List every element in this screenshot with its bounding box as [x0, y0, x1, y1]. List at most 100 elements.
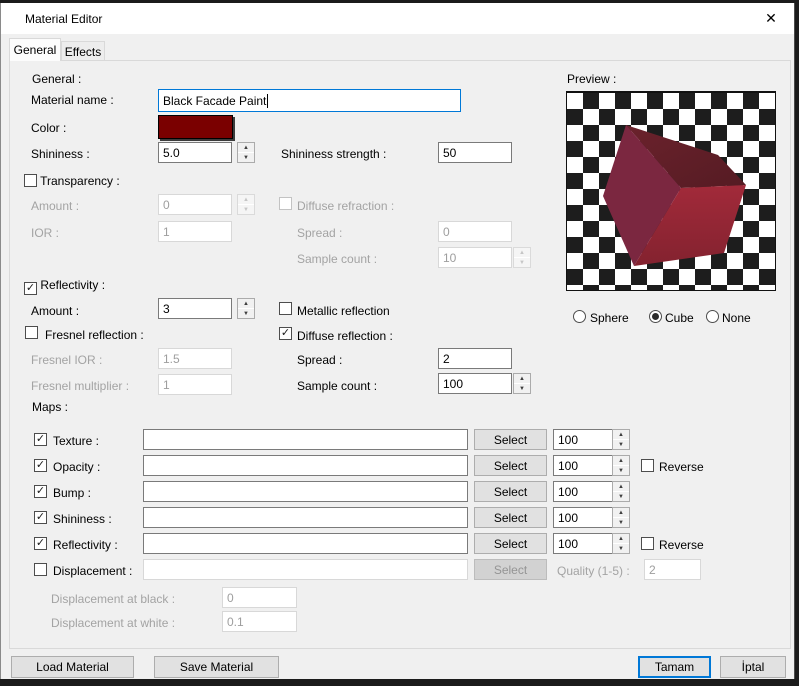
diffuse-reflection-label: Diffuse reflection :	[297, 329, 393, 343]
reflectivity-reverse-checkbox[interactable]	[641, 537, 654, 550]
save-material-button[interactable]: Save Material	[154, 656, 279, 678]
shininess-strength-input[interactable]: 50	[438, 142, 512, 163]
bump-checkbox[interactable]: ✓	[34, 485, 47, 498]
transparency-spread-input: 0	[438, 221, 512, 242]
load-material-button[interactable]: Load Material	[11, 656, 134, 678]
opacity-select-button[interactable]: Select	[474, 455, 547, 476]
transparency-sample-count-label: Sample count :	[297, 252, 378, 266]
reflectivity-amount-input[interactable]: 3	[158, 298, 232, 319]
opacity-reverse-checkbox[interactable]	[641, 459, 654, 472]
reflectivity-map-path-input[interactable]	[143, 533, 468, 554]
metallic-reflection-checkbox[interactable]	[279, 302, 292, 315]
transparency-checkbox[interactable]	[24, 174, 37, 187]
titlebar[interactable]: Material Editor ✕	[1, 3, 794, 34]
fresnel-multiplier-input: 1	[158, 374, 232, 395]
spin-down-icon[interactable]: ▼	[238, 153, 254, 162]
displacement-checkbox[interactable]	[34, 563, 47, 576]
opacity-amount-input[interactable]: 100	[553, 455, 613, 476]
texture-checkbox[interactable]: ✓	[34, 433, 47, 446]
material-name-label: Material name :	[31, 93, 114, 107]
tab-general[interactable]: General	[9, 38, 61, 61]
close-button[interactable]: ✕	[754, 5, 788, 32]
ior-input: 1	[158, 221, 232, 242]
general-legend: General :	[28, 72, 86, 86]
reflectivity-spread-label: Spread :	[297, 353, 343, 367]
fresnel-reflection-label: Fresnel reflection :	[45, 328, 144, 342]
material-name-input[interactable]: Black Facade Paint	[158, 89, 461, 112]
color-label: Color :	[31, 121, 67, 135]
bump-select-button[interactable]: Select	[474, 481, 547, 502]
texture-amount-input[interactable]: 100	[553, 429, 613, 450]
transparency-sample-count-spinner: ▲ ▼	[513, 247, 531, 268]
reflectivity-sample-count-input[interactable]: 100	[438, 373, 512, 394]
radio-sphere[interactable]	[573, 310, 586, 323]
reflectivity-map-checkbox[interactable]: ✓	[34, 537, 47, 550]
transparency-spread-label: Spread :	[297, 226, 343, 240]
texture-path-input[interactable]	[143, 429, 468, 450]
check-icon: ✓	[280, 327, 291, 339]
texture-amount-spinner[interactable]: ▲ ▼	[612, 429, 630, 450]
reflectivity-map-select-button[interactable]: Select	[474, 533, 547, 554]
radio-cube-label: Cube	[665, 311, 694, 325]
texture-select-button[interactable]: Select	[474, 429, 547, 450]
displacement-white-label: Displacement at white :	[51, 616, 176, 630]
displacement-path-input	[143, 559, 468, 580]
text-caret	[267, 93, 269, 108]
opacity-amount-spinner[interactable]: ▲ ▼	[612, 455, 630, 476]
bump-amount-spinner[interactable]: ▲ ▼	[612, 481, 630, 502]
shininess-map-label: Shininess :	[53, 512, 112, 526]
reflectivity-amount-spinner[interactable]: ▲ ▼	[237, 298, 255, 319]
transparency-label: Transparency :	[40, 174, 120, 188]
shininess-map-checkbox[interactable]: ✓	[34, 511, 47, 524]
displacement-black-input: 0	[222, 587, 297, 608]
shininess-input[interactable]: 5.0	[158, 142, 232, 163]
diffuse-refraction-label: Diffuse refraction :	[297, 199, 395, 213]
bump-amount-input[interactable]: 100	[553, 481, 613, 502]
shininess-map-amount-spinner[interactable]: ▲ ▼	[612, 507, 630, 528]
diffuse-reflection-checkbox[interactable]: ✓	[279, 327, 292, 340]
maps-legend: Maps :	[28, 400, 73, 414]
transparency-amount-input: 0	[158, 194, 232, 215]
displacement-white-input: 0.1	[222, 611, 297, 632]
reflectivity-sample-count-spinner[interactable]: ▲ ▼	[513, 373, 531, 394]
quality-label: Quality (1-5) :	[557, 564, 630, 578]
bump-label: Bump :	[53, 486, 92, 500]
shininess-map-path-input[interactable]	[143, 507, 468, 528]
transparency-sample-count-input: 10	[438, 247, 512, 268]
quality-input: 2	[644, 559, 701, 580]
ok-button[interactable]: Tamam	[638, 656, 711, 678]
fresnel-multiplier-label: Fresnel multiplier :	[31, 379, 130, 393]
reflectivity-spread-input[interactable]: 2	[438, 348, 512, 369]
material-editor-dialog: Material Editor ✕ General Effects Genera…	[0, 3, 795, 679]
bump-path-input[interactable]	[143, 481, 468, 502]
opacity-label: Opacity :	[53, 460, 101, 474]
radio-sphere-label: Sphere	[590, 311, 629, 325]
shininess-map-select-button[interactable]: Select	[474, 507, 547, 528]
transparency-amount-spinner: ▲ ▼	[237, 194, 255, 215]
shininess-label: Shininess :	[31, 147, 90, 161]
radio-cube[interactable]	[649, 310, 662, 323]
preview-cube	[603, 125, 746, 266]
radio-none[interactable]	[706, 310, 719, 323]
shininess-spinner[interactable]: ▲ ▼	[237, 142, 255, 163]
displacement-select-button: Select	[474, 559, 547, 580]
reflectivity-map-amount-input[interactable]: 100	[553, 533, 613, 554]
displacement-black-label: Displacement at black :	[51, 592, 176, 606]
opacity-path-input[interactable]	[143, 455, 468, 476]
color-swatch[interactable]	[158, 115, 233, 139]
fresnel-reflection-checkbox[interactable]	[25, 326, 38, 339]
transparency-amount-label: Amount :	[31, 199, 80, 213]
reflectivity-map-amount-spinner[interactable]: ▲ ▼	[612, 533, 630, 554]
displacement-label: Displacement :	[53, 564, 133, 578]
transparency-legend-wrap: Transparency :	[22, 174, 124, 188]
ior-label: IOR :	[31, 226, 60, 240]
spin-up-icon[interactable]: ▲	[238, 143, 254, 152]
cancel-button[interactable]: İptal	[720, 656, 786, 678]
shininess-map-amount-input[interactable]: 100	[553, 507, 613, 528]
texture-label: Texture :	[53, 434, 100, 448]
tab-effects[interactable]: Effects	[61, 41, 105, 61]
opacity-checkbox[interactable]: ✓	[34, 459, 47, 472]
reflectivity-checkbox[interactable]: ✓	[24, 282, 37, 295]
reflectivity-amount-label: Amount :	[31, 304, 80, 318]
reflectivity-map-label: Reflectivity :	[53, 538, 118, 552]
